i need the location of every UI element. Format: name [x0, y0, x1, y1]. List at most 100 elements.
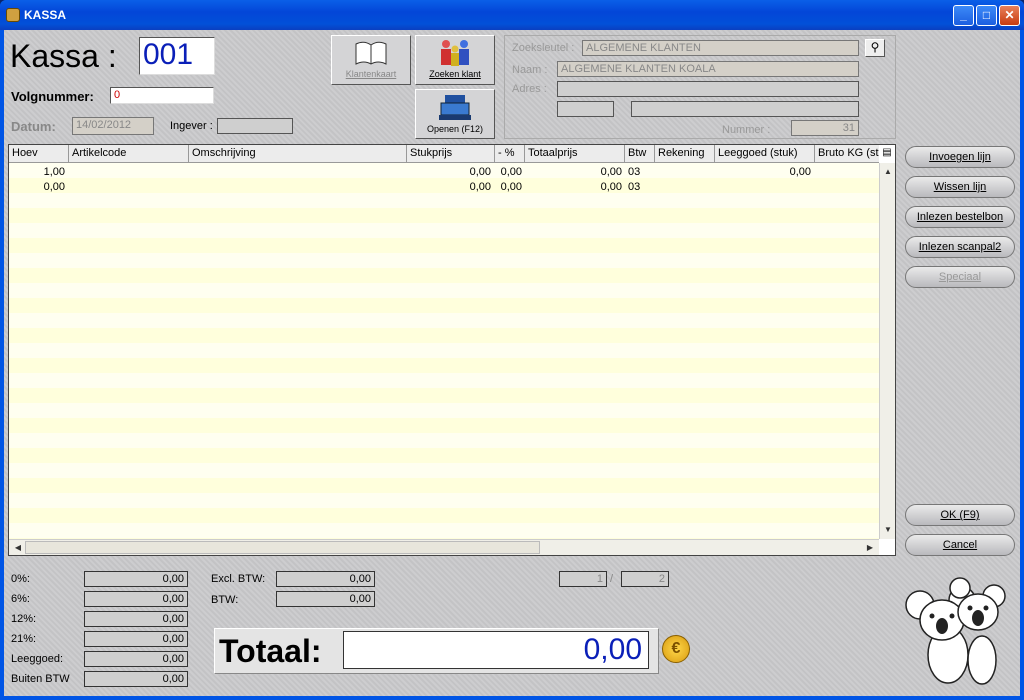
window-title: KASSA [24, 8, 67, 22]
title-bar[interactable]: KASSA _ □ ✕ [0, 0, 1024, 30]
book-icon [355, 41, 387, 65]
people-icon [441, 40, 469, 66]
kassa-field[interactable]: 001 [139, 37, 215, 75]
gemeente-field[interactable] [631, 101, 859, 117]
speciaal-button[interactable]: Speciaal [905, 266, 1015, 288]
page-separator: / [610, 573, 614, 585]
col-btw[interactable]: Btw [625, 145, 655, 163]
cell-stukprijs: 0,00 [469, 166, 491, 178]
scroll-thumb[interactable] [25, 541, 540, 554]
cell-btw: 03 [628, 181, 641, 193]
ingever-field[interactable] [217, 118, 293, 134]
zoeksleutel-label: Zoeksleutel : [512, 42, 575, 54]
col-rekening[interactable]: Rekening [655, 145, 715, 163]
vat-value: 0,00 [84, 611, 188, 627]
btw-value: 0,00 [276, 591, 375, 607]
cell-korting: 0,00 [500, 166, 522, 178]
col-korting[interactable]: - % [495, 145, 525, 163]
total-panel: Totaal: 0,00 [214, 628, 659, 674]
vat-value: 0,00 [84, 631, 188, 647]
page-total: 2 [621, 571, 669, 587]
btw-label: BTW: [211, 594, 239, 606]
cell-totaalprijs: 0,00 [600, 166, 622, 178]
vat-label: 6%: [11, 593, 30, 605]
search-button[interactable]: ⚲ [865, 39, 885, 57]
adres-field[interactable] [557, 81, 859, 97]
wissen-lijn-button[interactable]: Wissen lijn [905, 176, 1015, 198]
invoegen-lijn-button[interactable]: Invoegen lijn [905, 146, 1015, 168]
col-bruto-kg[interactable]: Bruto KG (stu [815, 145, 879, 163]
cell-leeggoed: 0,00 [789, 166, 811, 178]
col-artikelcode[interactable]: Artikelcode [69, 145, 189, 163]
scroll-left-icon[interactable]: ◀ [11, 541, 25, 555]
cell-hoev: 1,00 [43, 166, 65, 178]
vat-label: Leeggoed: [11, 653, 63, 665]
naam-field[interactable]: ALGEMENE KLANTEN KOALA [557, 61, 859, 77]
vat-value: 0,00 [84, 571, 188, 587]
customer-panel: Zoeksleutel : ALGEMENE KLANTEN ⚲ Naam : … [504, 35, 896, 139]
vat-label: Buiten BTW [11, 673, 70, 685]
naam-label: Naam : [512, 64, 548, 76]
col-leeggoed[interactable]: Leeggoed (stuk) [715, 145, 815, 163]
nummer-field[interactable]: 31 [791, 120, 859, 136]
horizontal-scrollbar[interactable]: ◀ ▶ [9, 539, 879, 555]
ok-button[interactable]: OK (F9) [905, 504, 1015, 526]
ingever-label: Ingever : [170, 120, 213, 132]
vat-value: 0,00 [84, 591, 188, 607]
cell-totaalprijs: 0,00 [600, 181, 622, 193]
article-grid[interactable]: Hoev Artikelcode Omschrijving Stukprijs … [8, 144, 896, 556]
maximize-button[interactable]: □ [976, 5, 997, 26]
table-row[interactable]: 0,00 0,00 0,00 0,00 03 [9, 180, 879, 195]
kassa-label: Kassa : [10, 38, 117, 74]
col-totaalprijs[interactable]: Totaalprijs [525, 145, 625, 163]
app-icon [6, 8, 20, 22]
cell-hoev: 0,00 [43, 181, 65, 193]
cancel-button[interactable]: Cancel [905, 534, 1015, 556]
vat-value: 0,00 [84, 671, 188, 687]
grid-header: Hoev Artikelcode Omschrijving Stukprijs … [9, 145, 879, 163]
nummer-label: Nummer : [722, 124, 771, 136]
datum-field[interactable]: 14/02/2012 [72, 117, 154, 135]
adres-label: Adres : [512, 83, 547, 95]
excl-btw-value: 0,00 [276, 571, 375, 587]
table-row[interactable]: 1,00 0,00 0,00 0,00 03 0,00 [9, 165, 879, 180]
datum-label: Datum: [11, 119, 56, 134]
postcode-field[interactable] [557, 101, 614, 117]
volgnummer-label: Volgnummer: [11, 89, 94, 104]
page-current: 1 [559, 571, 607, 587]
cell-stukprijs: 0,00 [469, 181, 491, 193]
vat-label: 0%: [11, 573, 30, 585]
column-chooser-icon[interactable]: ▤ [880, 147, 894, 161]
zoeken-klant-label: Zoeken klant [429, 69, 481, 79]
zoeksleutel-field[interactable]: ALGEMENE KLANTEN [582, 40, 859, 56]
close-button[interactable]: ✕ [999, 5, 1020, 26]
euro-icon[interactable]: € [662, 635, 690, 663]
col-stukprijs[interactable]: Stukprijs [407, 145, 495, 163]
minimize-button[interactable]: _ [953, 5, 974, 26]
volgnummer-field[interactable]: 0 [110, 87, 214, 104]
inlezen-scanpal-button[interactable]: Inlezen scanpal2 [905, 236, 1015, 258]
scroll-down-icon[interactable]: ▼ [881, 523, 895, 537]
vat-value: 0,00 [84, 651, 188, 667]
search-icon: ⚲ [870, 40, 880, 54]
koala-logo-icon [905, 577, 1006, 685]
inlezen-bestelbon-button[interactable]: Inlezen bestelbon [905, 206, 1015, 228]
total-value: 0,00 [343, 631, 649, 669]
col-omschrijving[interactable]: Omschrijving [189, 145, 407, 163]
cell-btw: 03 [628, 166, 641, 178]
cash-register-icon [439, 95, 471, 120]
vat-label: 12%: [11, 613, 37, 625]
klantenkaart-label: Klantenkaart [345, 69, 397, 79]
col-hoev[interactable]: Hoev [9, 145, 69, 163]
scroll-right-icon[interactable]: ▶ [863, 541, 877, 555]
openen-button[interactable]: Openen (F12) [415, 89, 495, 139]
vertical-scrollbar[interactable]: ▲ ▼ [879, 163, 895, 539]
zoeken-klant-button[interactable]: Zoeken klant [415, 35, 495, 85]
window: KASSA _ □ ✕ Kassa : 001 Volgnummer: 0 Da… [0, 0, 1024, 700]
total-label: Totaal: [219, 633, 322, 669]
scroll-up-icon[interactable]: ▲ [881, 165, 895, 179]
klantenkaart-button[interactable]: Klantenkaart [331, 35, 411, 85]
cell-korting: 0,00 [500, 181, 522, 193]
vat-label: 21%: [11, 633, 37, 645]
client-area: Kassa : 001 Volgnummer: 0 Datum: 14/02/2… [4, 30, 1020, 696]
